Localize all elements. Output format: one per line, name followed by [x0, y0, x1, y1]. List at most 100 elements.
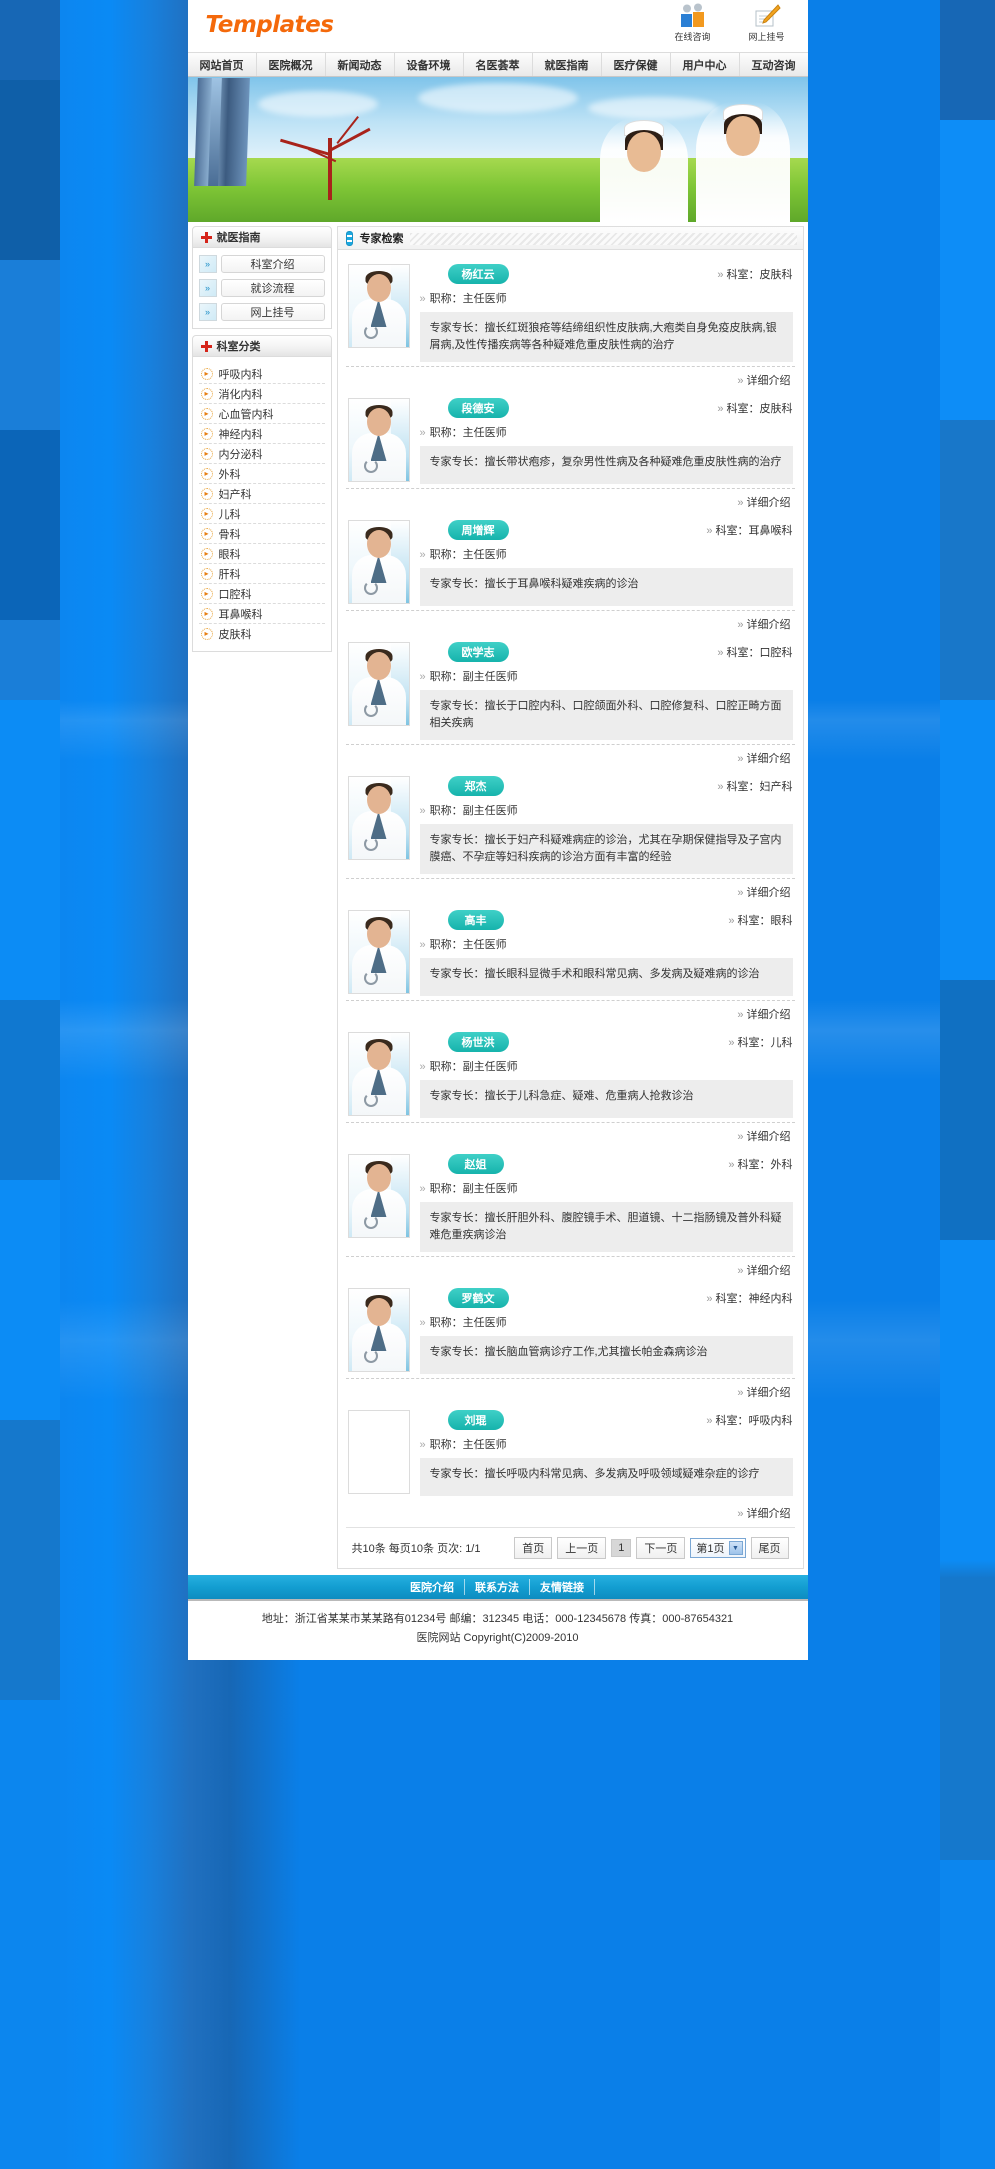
expert-photo[interactable]: [347, 642, 410, 727]
expert-title-label: 职称：副主任医师: [429, 805, 518, 818]
sidebar-item-dept-0[interactable]: ▸ 呼吸内科: [198, 364, 325, 384]
footer-link-contact[interactable]: 联系方法: [465, 1579, 530, 1596]
footer-link-friendlinks[interactable]: 友情链接: [530, 1579, 595, 1596]
expert-photo[interactable]: [347, 520, 410, 605]
expert-title: » 职称：副主任医师: [420, 668, 793, 684]
chevron-icon: »: [737, 619, 744, 632]
sidebar-item-dept-1[interactable]: ▸ 消化内科: [198, 384, 325, 404]
content-title: 专家检索: [359, 233, 404, 245]
sidebar-item-dept-13[interactable]: ▸ 皮肤科: [199, 624, 325, 644]
expert-name[interactable]: 郑杰: [447, 776, 504, 797]
sidebar-item-visit-flow[interactable]: » 就诊流程: [198, 279, 325, 297]
expert-dept-label: 科室：眼科: [737, 915, 793, 928]
expert-name[interactable]: 杨世洪: [447, 1032, 509, 1053]
expert-photo[interactable]: [347, 776, 410, 861]
expert-name[interactable]: 刘琨: [447, 1410, 504, 1431]
sidebar-item-dept-4[interactable]: ▸ 内分泌科: [198, 444, 325, 464]
expert-specialty: 专家专长：擅长于口腔内科、口腔颌面外科、口腔修复科、口腔正畸方面相关疾病: [419, 690, 793, 741]
sidebar-item-dept-5[interactable]: ▸ 外科: [198, 464, 325, 484]
department-list: ▸ 呼吸内科 ▸ 消化内科 ▸ 心血管内科 ▸ 神经内科 ▸ 内分泌科 ▸ 外科 ▸ 妇产科 …: [198, 364, 325, 644]
expert-photo[interactable]: [347, 398, 410, 483]
sidebar: 就医指南 » 科室介绍 » 就诊流程 » 网上挂号 科室分类 ▸ 呼吸内科 ▸ …: [191, 226, 332, 658]
expert-dept: » 科室：妇产科: [717, 778, 792, 794]
expert-detail-link[interactable]: » 详细介绍: [346, 367, 795, 390]
expert-name[interactable]: 周增辉: [447, 520, 509, 541]
stethoscope-icon: [363, 1215, 378, 1230]
expert-name[interactable]: 欧学志: [447, 642, 509, 663]
nav-item-guide[interactable]: 就医指南: [533, 53, 602, 76]
nav-item-interact[interactable]: 互动咨询: [740, 53, 808, 76]
sidebar-item-dept-10[interactable]: ▸ 肝科: [198, 564, 325, 584]
sidebar-item-dept-3[interactable]: ▸ 神经内科: [198, 424, 325, 444]
sidebar-item-dept-6[interactable]: ▸ 妇产科: [198, 484, 325, 504]
pager-first-button[interactable]: 首页: [514, 1537, 553, 1560]
expert-detail-link[interactable]: » 详细介绍: [346, 489, 795, 512]
expert-name[interactable]: 罗鹤文: [447, 1288, 509, 1309]
dept-label: 口腔科: [218, 588, 252, 601]
sidebar-item-dept-8[interactable]: ▸ 骨科: [198, 524, 325, 544]
sidebar-item-dept-intro[interactable]: » 科室介绍: [198, 255, 325, 273]
chevron-icon: »: [737, 1265, 744, 1278]
sidebar-dept-title: 科室分类: [216, 341, 261, 353]
site-logo[interactable]: Templates: [206, 12, 334, 38]
expert-photo[interactable]: [347, 1410, 410, 1495]
expert-specialty: 专家专长：擅长于妇产科疑难病症的诊治，尤其在孕期保健指导及子宫内膜癌、不孕症等妇…: [419, 824, 793, 875]
sidebar-item-dept-11[interactable]: ▸ 口腔科: [198, 584, 325, 604]
nav-item-healthcare[interactable]: 医疗保健: [602, 53, 671, 76]
nav-item-about[interactable]: 医院概况: [257, 53, 326, 76]
expert-photo[interactable]: [347, 1154, 410, 1239]
nav-item-facilities[interactable]: 设备环境: [395, 53, 464, 76]
expert-name[interactable]: 赵姐: [447, 1154, 504, 1175]
pager-next-button[interactable]: 下一页: [636, 1537, 686, 1560]
background-right-blocks: [940, 0, 995, 2169]
footer-address: 地址：浙江省某某市某某路有01234号 邮编：312345 电话：000-123…: [261, 1613, 734, 1626]
expert-name[interactable]: 杨红云: [447, 264, 509, 284]
expert-detail-link[interactable]: » 详细介绍: [346, 1500, 795, 1523]
dept-label: 心血管内科: [218, 408, 274, 421]
online-consult-action[interactable]: 在线咨询: [664, 3, 722, 43]
expert-name[interactable]: 高丰: [447, 910, 504, 931]
expert-photo[interactable]: [347, 1032, 410, 1117]
expert-dept: » 科室：神经内科: [706, 1290, 792, 1306]
stethoscope-icon: [363, 325, 378, 339]
expert-photo[interactable]: [347, 910, 410, 995]
stethoscope-icon: [363, 1349, 378, 1364]
expert-photo[interactable]: [347, 1288, 410, 1373]
pager-page-select[interactable]: 第1页 ▼: [690, 1538, 746, 1559]
sidebar-item-dept-7[interactable]: ▸ 儿科: [198, 504, 325, 524]
sidebar-item-dept-2[interactable]: ▸ 心血管内科: [198, 404, 325, 424]
sidebar-item-dept-9[interactable]: ▸ 眼科: [198, 544, 325, 564]
chevron-icon: »: [419, 671, 426, 684]
expert-dept-label: 科室：皮肤科: [726, 269, 793, 281]
nav-item-usercenter[interactable]: 用户中心: [671, 53, 740, 76]
dept-label: 妇产科: [218, 488, 252, 501]
expert-detail-link[interactable]: » 详细介绍: [346, 1257, 795, 1280]
photo-head: [366, 786, 391, 815]
nav-item-home[interactable]: 网站首页: [188, 53, 257, 76]
expert-detail-link[interactable]: » 详细介绍: [346, 745, 795, 768]
footer-link-about[interactable]: 医院介绍: [400, 1579, 465, 1596]
expert-entry: 周增辉 » 科室：耳鼻喉科 » 职称：主任医师 专家专长：擅长于耳鼻喉科疑难疾病的诊…: [345, 512, 795, 634]
expert-detail-link[interactable]: » 详细介绍: [346, 1379, 795, 1402]
dept-label: 呼吸内科: [218, 368, 263, 381]
pager-current-page[interactable]: 1: [611, 1539, 632, 1558]
expert-name[interactable]: 段德安: [447, 398, 509, 419]
pager-prev-button[interactable]: 上一页: [557, 1537, 607, 1560]
pager-last-button[interactable]: 尾页: [750, 1537, 789, 1560]
expert-title-label: 职称：主任医师: [429, 1317, 507, 1330]
expert-detail-link[interactable]: » 详细介绍: [346, 611, 795, 634]
chevron-right-icon: ▸: [200, 487, 213, 500]
nav-item-experts[interactable]: 名医荟萃: [464, 53, 533, 76]
online-registration-action[interactable]: 网上挂号: [738, 3, 796, 43]
double-chevron-icon: »: [198, 279, 217, 297]
expert-photo[interactable]: [347, 264, 410, 348]
chevron-icon: »: [419, 1439, 426, 1452]
dept-label: 消化内科: [218, 388, 263, 401]
sidebar-item-online-reg[interactable]: » 网上挂号: [198, 303, 325, 321]
expert-detail-link[interactable]: » 详细介绍: [346, 1001, 795, 1024]
expert-detail-link[interactable]: » 详细介绍: [346, 1123, 795, 1146]
sidebar-item-dept-12[interactable]: ▸ 耳鼻喉科: [198, 604, 325, 624]
chevron-icon: »: [737, 1508, 744, 1521]
nav-item-news[interactable]: 新闻动态: [326, 53, 395, 76]
expert-detail-link[interactable]: » 详细介绍: [346, 879, 795, 902]
